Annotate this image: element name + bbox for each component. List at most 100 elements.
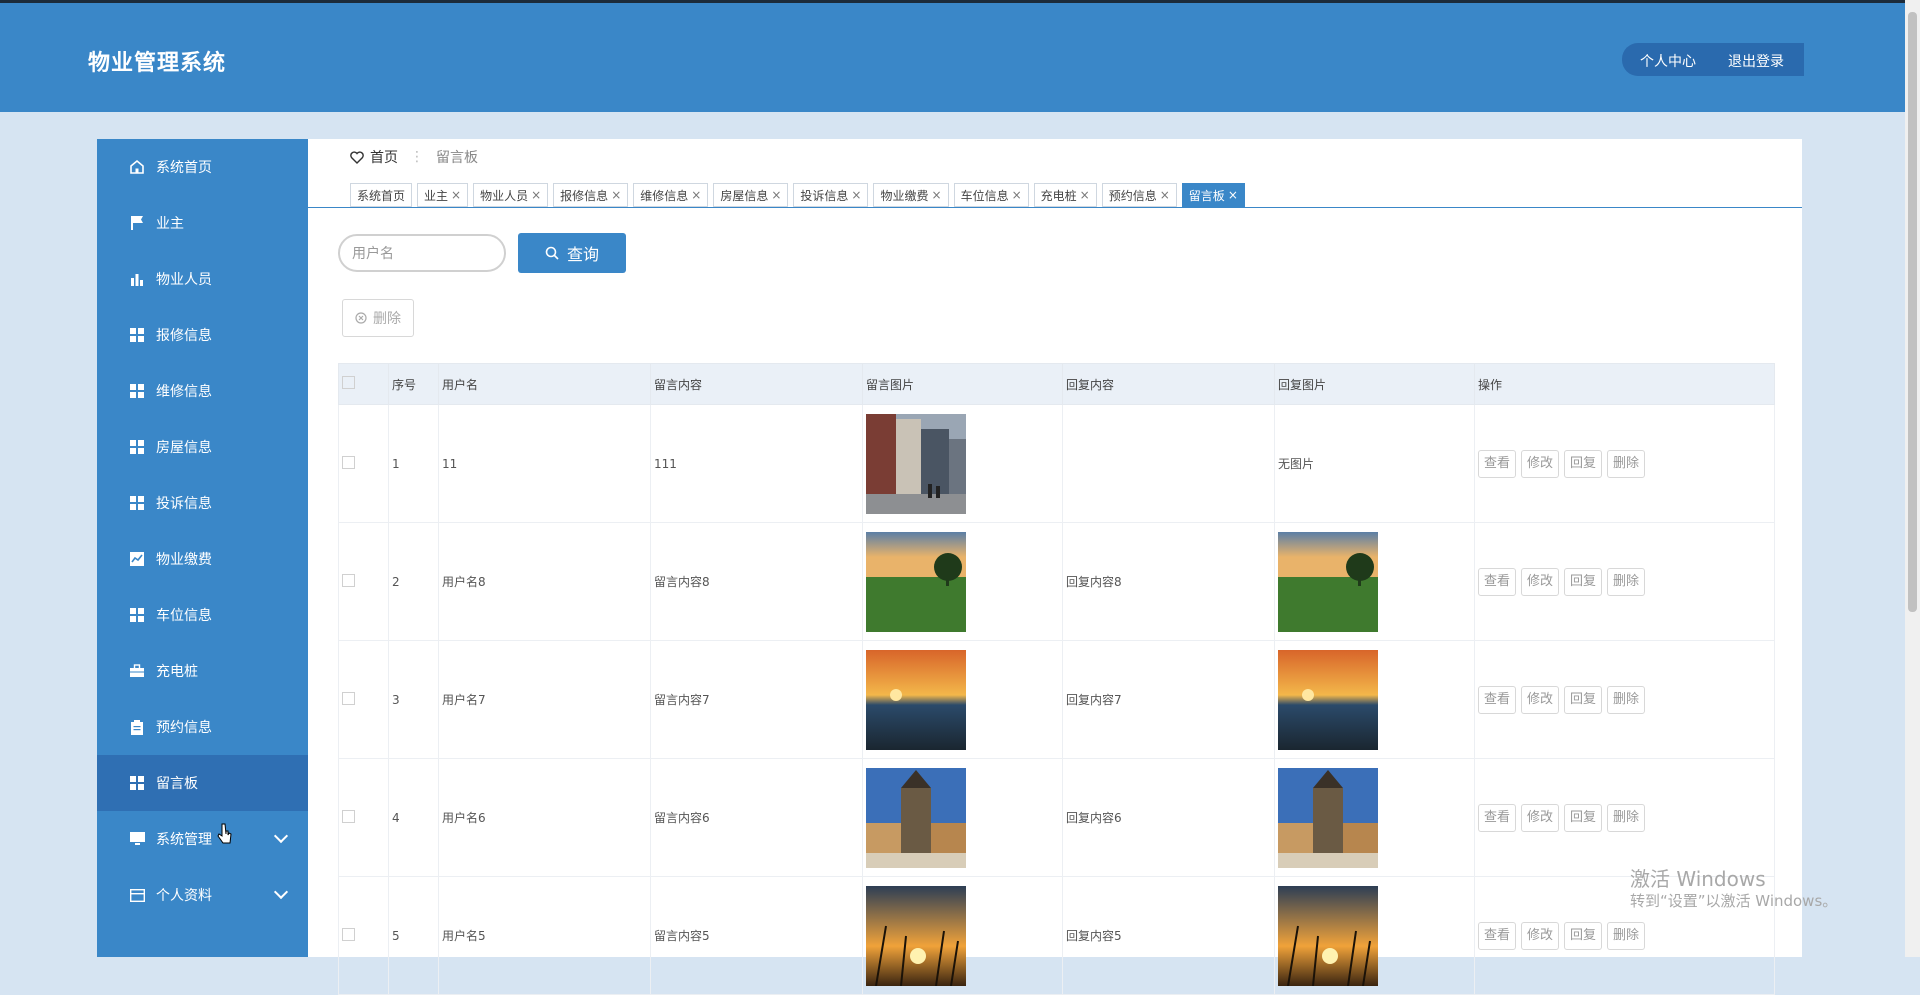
page-scrollbar[interactable] bbox=[1905, 0, 1920, 957]
home-icon bbox=[128, 158, 146, 176]
edit-button[interactable]: 修改 bbox=[1521, 921, 1559, 950]
tab-message-board[interactable]: 留言板 × bbox=[1181, 183, 1245, 207]
sidebar-item-owner[interactable]: 业主 bbox=[97, 195, 308, 251]
logout-link[interactable]: 退出登录 bbox=[1728, 51, 1784, 71]
view-button[interactable]: 查看 bbox=[1478, 449, 1516, 478]
breadcrumb-home[interactable]: 首页 bbox=[370, 147, 398, 167]
delete-button[interactable]: 删除 bbox=[1607, 567, 1645, 596]
delete-button[interactable]: 删除 bbox=[1607, 921, 1645, 950]
tab-repair-request[interactable]: 报修信息 × bbox=[553, 183, 629, 207]
tab-staff[interactable]: 物业人员 × bbox=[473, 183, 549, 207]
sidebar-item-label: 物业人员 bbox=[156, 272, 212, 288]
breadcrumb-separator: ⋮ bbox=[410, 149, 424, 165]
row-checkbox[interactable] bbox=[342, 455, 355, 469]
sidebar-item-staff[interactable]: 物业人员 bbox=[97, 251, 308, 307]
sidebar-item-profile[interactable]: 个人资料 bbox=[97, 867, 308, 923]
tab-complaints[interactable]: 投诉信息 × bbox=[793, 183, 869, 207]
query-button[interactable]: 查询 bbox=[518, 233, 626, 273]
row-reply: 回复内容6 bbox=[1062, 758, 1275, 877]
select-all-cell bbox=[338, 363, 389, 405]
column-header: 用户名 bbox=[438, 363, 651, 405]
sidebar-item-system-admin[interactable]: 系统管理 bbox=[97, 811, 308, 867]
tab-label: 房屋信息 bbox=[720, 188, 769, 203]
tab-housing[interactable]: 房屋信息 × bbox=[713, 183, 789, 207]
view-button[interactable]: 查看 bbox=[1478, 921, 1516, 950]
row-index: 2 bbox=[388, 522, 439, 641]
row-reply: 回复内容8 bbox=[1062, 522, 1275, 641]
close-icon[interactable]: × bbox=[1160, 188, 1170, 202]
tab-home[interactable]: 系统首页 bbox=[350, 183, 413, 207]
reply-button[interactable]: 回复 bbox=[1564, 685, 1602, 714]
reply-button[interactable]: 回复 bbox=[1564, 449, 1602, 478]
view-button[interactable]: 查看 bbox=[1478, 567, 1516, 596]
table-row: 2 用户名8 留言内容8 回复内容8 查看 修改 回复 删除 bbox=[338, 522, 1775, 641]
sidebar-item-charging[interactable]: 充电桩 bbox=[97, 643, 308, 699]
scrollbar-thumb[interactable] bbox=[1908, 12, 1917, 612]
grid-icon bbox=[128, 774, 146, 792]
sidebar-item-fees[interactable]: 物业缴费 bbox=[97, 531, 308, 587]
close-icon[interactable]: × bbox=[771, 188, 781, 202]
chart-box-icon bbox=[128, 550, 146, 568]
delete-button[interactable]: 删除 bbox=[1607, 685, 1645, 714]
edit-button[interactable]: 修改 bbox=[1521, 685, 1559, 714]
row-checkbox[interactable] bbox=[342, 927, 355, 941]
row-checkbox[interactable] bbox=[342, 809, 355, 823]
row-content: 留言内容8 bbox=[650, 522, 863, 641]
user-center-link[interactable]: 个人中心 bbox=[1640, 51, 1696, 71]
username-search-input[interactable]: 用户名 bbox=[338, 234, 506, 272]
castle-photo bbox=[1278, 767, 1378, 868]
close-circle-icon bbox=[355, 312, 367, 324]
sidebar-item-maintenance[interactable]: 维修信息 bbox=[97, 363, 308, 419]
close-icon[interactable]: × bbox=[1228, 188, 1238, 202]
tab-charging[interactable]: 充电桩 × bbox=[1033, 183, 1097, 207]
chevron-down-icon bbox=[273, 884, 289, 900]
sidebar-item-complaints[interactable]: 投诉信息 bbox=[97, 475, 308, 531]
close-icon[interactable]: × bbox=[691, 188, 701, 202]
view-button[interactable]: 查看 bbox=[1478, 803, 1516, 832]
row-checkbox[interactable] bbox=[342, 691, 355, 705]
tab-fees[interactable]: 物业缴费 × bbox=[873, 183, 949, 207]
delete-button[interactable]: 删除 bbox=[1607, 803, 1645, 832]
select-all-checkbox[interactable] bbox=[342, 376, 355, 389]
sunset-grass-photo bbox=[866, 885, 966, 986]
close-icon[interactable]: × bbox=[932, 188, 942, 202]
sidebar-item-message-board[interactable]: 留言板 bbox=[97, 755, 308, 811]
reply-button[interactable]: 回复 bbox=[1564, 803, 1602, 832]
edit-button[interactable]: 修改 bbox=[1521, 449, 1559, 478]
tab-owner[interactable]: 业主 × bbox=[417, 183, 469, 207]
sidebar-item-housing[interactable]: 房屋信息 bbox=[97, 419, 308, 475]
reply-button[interactable]: 回复 bbox=[1564, 567, 1602, 596]
row-content: 111 bbox=[650, 404, 863, 523]
sidebar-item-repair-request[interactable]: 报修信息 bbox=[97, 307, 308, 363]
table-row: 4 用户名6 留言内容6 回复内容6 查看 修改 回复 删除 bbox=[338, 758, 1775, 877]
reply-button[interactable]: 回复 bbox=[1564, 921, 1602, 950]
sidebar-item-appointments[interactable]: 预约信息 bbox=[97, 699, 308, 755]
grid-icon bbox=[128, 382, 146, 400]
sidebar-item-label: 系统首页 bbox=[156, 160, 212, 176]
sidebar-item-label: 预约信息 bbox=[156, 720, 212, 736]
close-icon[interactable]: × bbox=[1012, 188, 1022, 202]
column-header: 留言内容 bbox=[650, 363, 863, 405]
search-icon bbox=[545, 246, 559, 260]
sidebar-item-home[interactable]: 系统首页 bbox=[97, 139, 308, 195]
row-username: 11 bbox=[438, 404, 651, 523]
tab-maintenance[interactable]: 维修信息 × bbox=[633, 183, 709, 207]
close-icon[interactable]: × bbox=[1080, 188, 1090, 202]
sidebar-item-label: 业主 bbox=[156, 216, 184, 232]
close-icon[interactable]: × bbox=[851, 188, 861, 202]
sidebar-item-parking[interactable]: 车位信息 bbox=[97, 587, 308, 643]
edit-button[interactable]: 修改 bbox=[1521, 803, 1559, 832]
close-icon[interactable]: × bbox=[531, 188, 541, 202]
tab-label: 预约信息 bbox=[1108, 188, 1157, 203]
batch-delete-button[interactable]: 删除 bbox=[342, 299, 414, 337]
mouse-cursor-icon bbox=[217, 823, 232, 844]
tab-parking[interactable]: 车位信息 × bbox=[953, 183, 1029, 207]
row-actions: 查看 修改 回复 删除 bbox=[1474, 522, 1775, 641]
row-checkbox[interactable] bbox=[342, 573, 355, 587]
edit-button[interactable]: 修改 bbox=[1521, 567, 1559, 596]
close-icon[interactable]: × bbox=[451, 188, 461, 202]
tab-appointments[interactable]: 预约信息 × bbox=[1101, 183, 1177, 207]
close-icon[interactable]: × bbox=[611, 188, 621, 202]
view-button[interactable]: 查看 bbox=[1478, 685, 1516, 714]
delete-button[interactable]: 删除 bbox=[1607, 449, 1645, 478]
